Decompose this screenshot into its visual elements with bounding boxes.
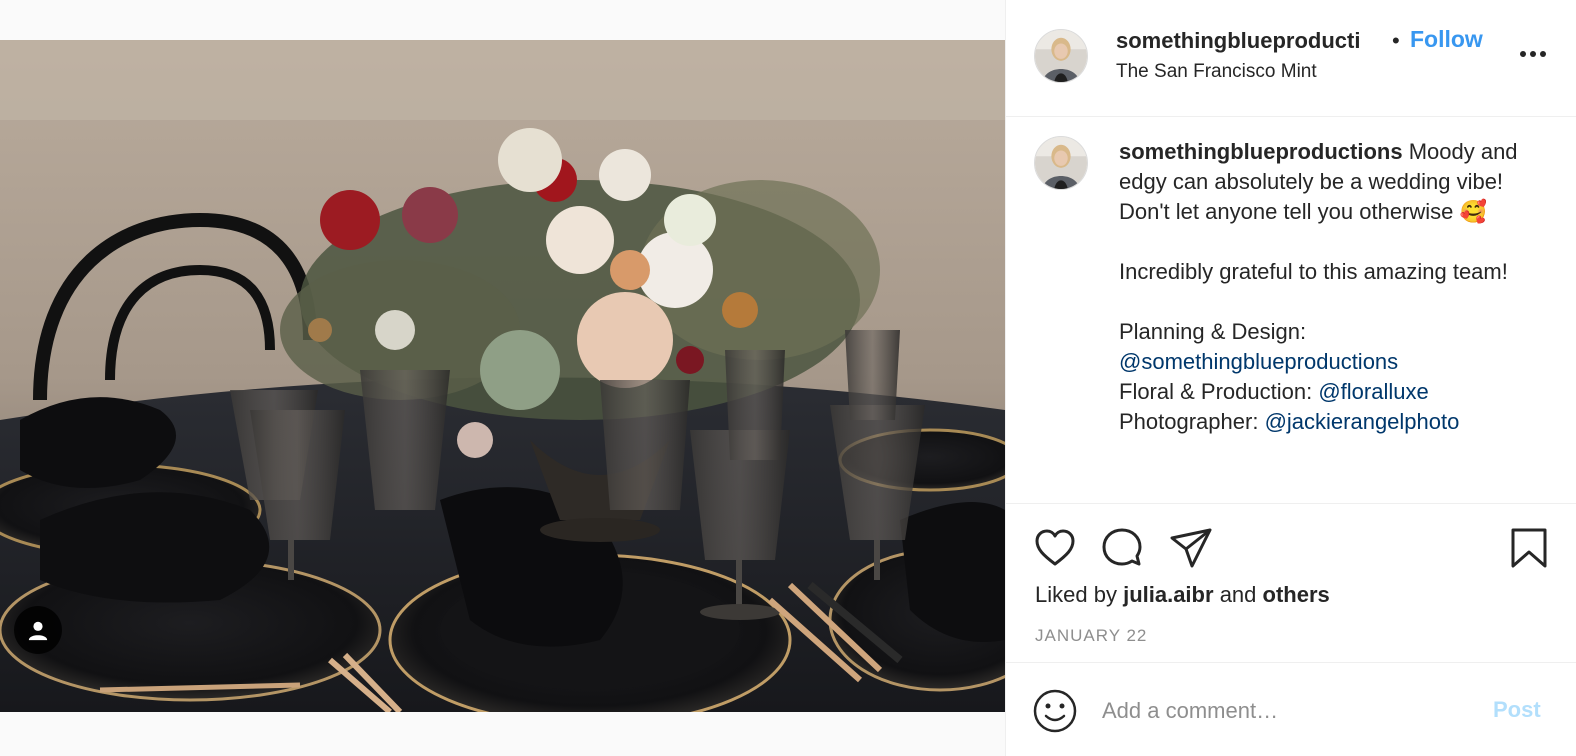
photographer-mention-link[interactable]: @jackierangelphoto [1265, 409, 1460, 434]
more-options-icon [1520, 51, 1546, 57]
media-pane [0, 0, 1005, 756]
comment-bubble-icon [1102, 528, 1142, 566]
user-tag-icon [28, 621, 48, 641]
table-setting-photo [0, 40, 1005, 712]
liked-by-user-link[interactable]: julia.aibr [1123, 582, 1213, 607]
author-avatar[interactable] [1034, 29, 1088, 83]
planning-mention-link[interactable]: @somethingblueproductions [1119, 349, 1398, 374]
share-button[interactable] [1169, 526, 1213, 570]
like-button[interactable] [1033, 526, 1077, 570]
liked-by-others-link[interactable]: others [1263, 582, 1330, 607]
comment-button[interactable] [1100, 526, 1144, 570]
photographer-label: Photographer: [1119, 409, 1259, 434]
caption-line-2: Incredibly grateful to this amazing team… [1119, 259, 1508, 284]
comment-input[interactable] [1102, 691, 1472, 731]
caption-text: somethingblueproductions Moody and edgy … [1119, 137, 1559, 437]
floral-mention-link[interactable]: @floralluxe [1318, 379, 1428, 404]
author-username[interactable]: somethingblueproducti [1116, 28, 1386, 54]
bookmark-icon [1511, 528, 1547, 568]
paper-plane-icon [1170, 528, 1212, 568]
save-button[interactable] [1507, 526, 1551, 570]
post-date[interactable]: JANUARY 22 [1035, 626, 1147, 646]
post-header: somethingblueproducti • Follow The San F… [1006, 0, 1576, 117]
likes-prefix: Liked by [1035, 582, 1117, 607]
post-comment-button[interactable]: Post [1493, 697, 1541, 723]
heart-icon [1035, 529, 1075, 566]
separator-dot: • [1392, 28, 1400, 53]
planning-label: Planning & Design: [1119, 319, 1307, 344]
post-sidebar: somethingblueproducti • Follow The San F… [1005, 0, 1576, 756]
follow-button[interactable]: Follow [1410, 26, 1483, 53]
comment-bar: Post [1006, 663, 1576, 756]
likes-conjunction: and [1219, 582, 1257, 607]
smiley-icon [1033, 689, 1077, 733]
floral-label: Floral & Production: [1119, 379, 1313, 404]
tagged-users-button[interactable] [14, 606, 62, 654]
caption-author-avatar[interactable] [1034, 136, 1088, 190]
location-link[interactable]: The San Francisco Mint [1116, 61, 1317, 83]
emoji-button[interactable] [1032, 688, 1078, 734]
more-options-button[interactable] [1518, 44, 1548, 64]
post-photo[interactable] [0, 40, 1005, 712]
post-actions: Liked by julia.aibr and others JANUARY 2… [1006, 503, 1576, 663]
likes-summary: Liked by julia.aibr and others [1035, 582, 1330, 608]
caption-username[interactable]: somethingblueproductions [1119, 139, 1403, 164]
caption-area: somethingblueproductions Moody and edgy … [1006, 117, 1576, 503]
